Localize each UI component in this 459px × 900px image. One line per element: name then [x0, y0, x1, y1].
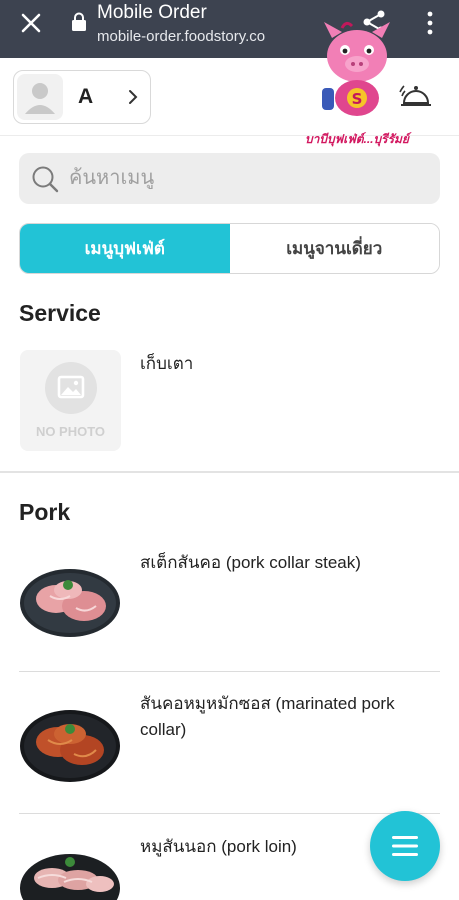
- no-photo-label: NO PHOTO: [35, 424, 106, 439]
- item-divider: [19, 671, 440, 672]
- svg-text:S: S: [352, 90, 363, 108]
- restaurant-logo: S บาบีบุฟเฟ่ต์...บุรีรัมย์: [302, 18, 412, 146]
- dish-image-pork-loin[interactable]: [20, 852, 121, 900]
- image-placeholder-icon: [45, 362, 97, 414]
- service-bell-icon[interactable]: [398, 78, 434, 110]
- user-initial: A: [78, 85, 94, 108]
- section-divider: [0, 471, 459, 473]
- section-title-pork: Pork: [19, 499, 71, 525]
- avatar: [17, 74, 63, 120]
- lock-icon: [72, 12, 86, 31]
- browser-title: Mobile Order: [97, 2, 207, 23]
- menu-item-name[interactable]: เก็บเตา: [140, 351, 400, 377]
- browser-url[interactable]: mobile-order.foodstory.co: [97, 28, 265, 45]
- search-icon: [32, 166, 59, 193]
- more-vert-icon[interactable]: [420, 10, 440, 36]
- menu-item-image-placeholder[interactable]: NO PHOTO: [20, 350, 121, 451]
- chevron-right-icon: [129, 90, 138, 104]
- menu-item-name[interactable]: หมูสันนอก (pork loin): [140, 834, 400, 860]
- menu-icon: [392, 836, 418, 856]
- tab-buffet-menu[interactable]: เมนูบุฟเฟ่ต์: [20, 224, 230, 273]
- search-input[interactable]: [69, 161, 429, 195]
- user-chip[interactable]: A: [13, 70, 151, 124]
- menu-item-name[interactable]: สเต็กสันคอ (pork collar steak): [140, 550, 400, 576]
- user-avatar-icon: [25, 83, 55, 114]
- item-divider: [19, 813, 440, 814]
- app-header: A S บาบีบุฟเฟ่ต์...บุรีรัมย์: [0, 21, 459, 146]
- logo-text: บาบีบุฟเฟ่ต์...บุรีรัมย์: [305, 132, 409, 146]
- search-bar[interactable]: [19, 153, 440, 204]
- menu-tabs: เมนูบุฟเฟ่ต์ เมนูจานเดี่ยว: [19, 223, 440, 274]
- section-title-service: Service: [19, 300, 101, 326]
- dish-image-pork-collar-steak[interactable]: [20, 566, 121, 638]
- close-icon[interactable]: [18, 10, 44, 36]
- menu-fab-button[interactable]: [370, 811, 440, 881]
- tab-single-dish-menu[interactable]: เมนูจานเดี่ยว: [229, 224, 439, 273]
- dish-image-marinated-pork-collar[interactable]: [20, 708, 121, 784]
- menu-item-name[interactable]: สันคอหมูหมักซอส (marinated pork collar): [140, 691, 400, 743]
